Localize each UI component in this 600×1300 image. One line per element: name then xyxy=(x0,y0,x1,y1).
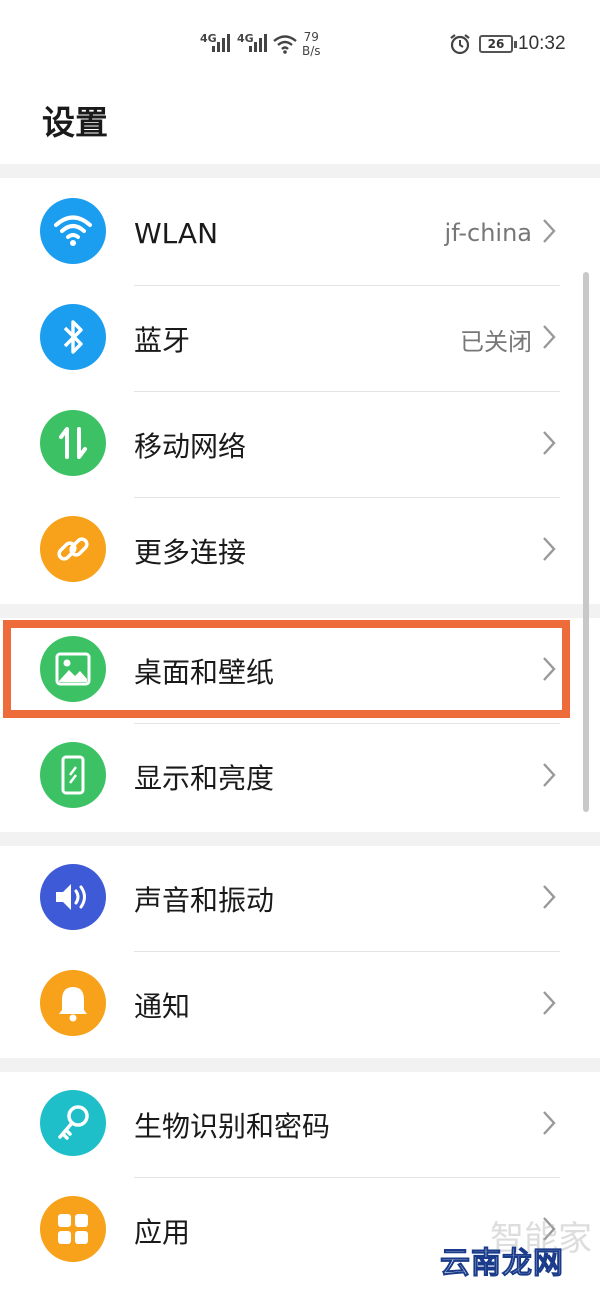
settings-item-label: 移动网络 xyxy=(134,430,247,463)
section-divider xyxy=(0,1058,600,1072)
bluetooth-icon xyxy=(40,304,106,370)
section-divider xyxy=(0,164,600,178)
settings-item-label: 更多连接 xyxy=(134,536,247,569)
chevron-right-icon xyxy=(543,431,556,455)
cellular-signal-icon xyxy=(249,34,267,52)
apps-grid-icon xyxy=(40,1196,106,1262)
settings-item-value: jf-china xyxy=(444,219,532,247)
highlight-box xyxy=(3,620,570,718)
settings-item-mobile-network[interactable]: 移动网络 xyxy=(0,392,600,498)
settings-item-wlan[interactable]: WLAN jf-china xyxy=(0,180,600,286)
chevron-right-icon xyxy=(543,537,556,561)
section-divider xyxy=(0,832,600,846)
settings-item-sound-vibration[interactable]: 声音和振动 xyxy=(0,846,600,952)
chevron-right-icon xyxy=(543,219,556,243)
settings-item-value: 已关闭 xyxy=(460,327,532,356)
chevron-right-icon xyxy=(543,325,556,349)
clock: 10:32 xyxy=(518,33,566,54)
scrollbar[interactable] xyxy=(583,272,589,812)
section-divider xyxy=(0,604,600,618)
settings-item-label: WLAN xyxy=(134,216,219,250)
wifi-status-icon xyxy=(273,35,297,54)
wifi-icon xyxy=(40,198,106,264)
page-title: 设置 xyxy=(42,103,108,142)
key-icon xyxy=(40,1090,106,1156)
settings-item-biometrics-password[interactable]: 生物识别和密码 xyxy=(0,1072,600,1178)
settings-item-label: 声音和振动 xyxy=(134,884,275,917)
settings-item-label: 应用 xyxy=(134,1216,191,1249)
bell-icon xyxy=(40,970,106,1036)
link-icon xyxy=(40,516,106,582)
speaker-icon xyxy=(40,864,106,930)
speed-value: 79 xyxy=(303,30,319,44)
settings-item-label: 生物识别和密码 xyxy=(134,1110,331,1143)
status-bar: 4G 4G 79 B/s 26 10:32 xyxy=(0,0,600,90)
chevron-right-icon xyxy=(543,1111,556,1135)
mobile-network-icon xyxy=(40,410,106,476)
cellular-signal-icon xyxy=(212,34,230,52)
phone-brightness-icon xyxy=(40,742,106,808)
speed-unit: B/s xyxy=(302,44,321,58)
alarm-icon xyxy=(450,34,470,55)
battery-icon: 26 xyxy=(479,35,517,53)
chevron-right-icon xyxy=(543,763,556,787)
watermark: 云南龙网 xyxy=(440,1246,564,1282)
chevron-right-icon xyxy=(543,991,556,1015)
settings-item-label: 蓝牙 xyxy=(134,324,191,357)
settings-item-display-brightness[interactable]: 显示和亮度 xyxy=(0,724,600,830)
settings-item-notifications[interactable]: 通知 xyxy=(0,952,600,1058)
settings-item-more-connections[interactable]: 更多连接 xyxy=(0,498,600,604)
network-speed: 79 B/s xyxy=(302,30,321,58)
settings-item-bluetooth[interactable]: 蓝牙 已关闭 xyxy=(0,286,600,392)
chevron-right-icon xyxy=(543,885,556,909)
settings-item-label: 通知 xyxy=(134,990,191,1023)
settings-item-label: 显示和亮度 xyxy=(134,762,275,795)
